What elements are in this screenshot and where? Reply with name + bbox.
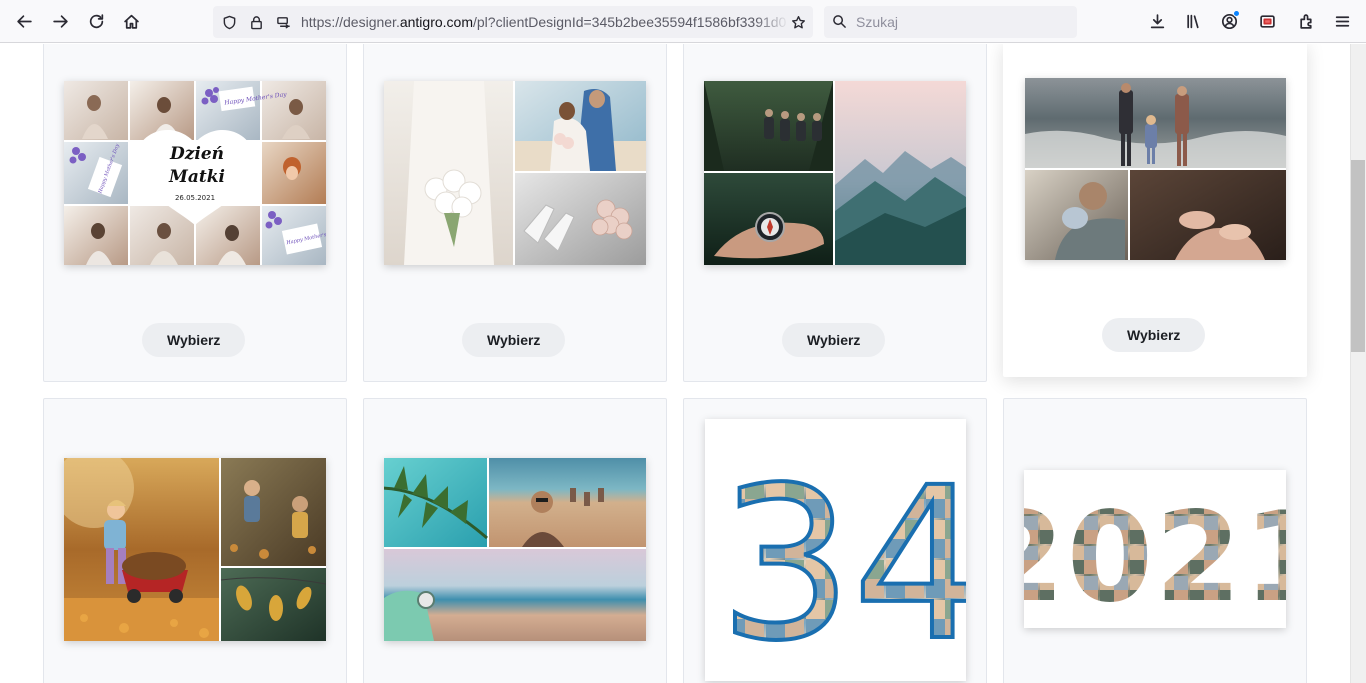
template-card-number[interactable]: 34 — [683, 398, 987, 683]
lock-icon[interactable] — [247, 13, 265, 31]
hiking-collage-image — [704, 81, 966, 265]
download-icon — [1150, 13, 1164, 28]
library-button[interactable] — [1179, 7, 1207, 35]
heart-date: 26.05.2021 — [175, 194, 215, 202]
template-card-autumn[interactable] — [43, 398, 347, 683]
choose-template-button[interactable]: Wybierz — [1102, 318, 1206, 352]
mothers-day-collage-image: Happy Mother's Day Happy Mother's Day Ha… — [64, 81, 326, 265]
screenshot-icon — [1259, 14, 1275, 28]
scrollbar-thumb[interactable] — [1351, 160, 1365, 352]
arrow-left-icon — [16, 14, 32, 28]
template-card-wedding[interactable]: Wybierz — [363, 44, 667, 382]
notification-dot — [1233, 10, 1240, 17]
template-thumbnail[interactable] — [384, 81, 646, 265]
reload-button[interactable] — [82, 7, 110, 35]
template-thumbnail[interactable] — [1025, 78, 1286, 260]
autumn-collage-image — [64, 458, 326, 641]
template-thumbnail[interactable]: 2021 — [1024, 470, 1286, 628]
app-menu-button[interactable] — [1328, 7, 1356, 35]
hamburger-menu-icon — [1335, 15, 1349, 27]
screenshot-button[interactable] — [1253, 7, 1281, 35]
choose-template-button[interactable]: Wybierz — [142, 323, 246, 357]
number-collage-image: 34 — [705, 419, 966, 681]
shield-icon[interactable] — [220, 13, 238, 31]
template-thumbnail[interactable] — [384, 458, 646, 641]
heart-title-line1: Dzień — [169, 144, 224, 164]
year-collage-image: 2021 — [1024, 470, 1286, 628]
template-gallery: Happy Mother's Day Happy Mother's Day Ha… — [0, 44, 1350, 683]
search-placeholder: Szukaj — [856, 14, 899, 30]
arrow-right-icon — [52, 14, 68, 28]
collage-year-digits: 2021 — [1024, 486, 1286, 628]
choose-template-button[interactable]: Wybierz — [462, 323, 566, 357]
wedding-collage-image — [384, 81, 646, 265]
template-card-hiking[interactable]: Wybierz — [683, 44, 987, 382]
search-bar[interactable]: Szukaj — [824, 6, 1077, 38]
choose-template-button[interactable]: Wybierz — [782, 323, 886, 357]
back-button[interactable] — [10, 7, 38, 35]
downloads-button[interactable] — [1143, 7, 1171, 35]
star-icon[interactable] — [789, 13, 807, 31]
template-thumbnail[interactable] — [64, 458, 326, 641]
collage-number-digits: 34 — [719, 442, 966, 681]
browser-toolbar: https://designer.antigro.com/pl?clientDe… — [0, 0, 1366, 43]
reload-icon — [89, 13, 103, 28]
extensions-button[interactable] — [1292, 7, 1320, 35]
extensions-icon — [1299, 13, 1312, 29]
url-text[interactable]: https://designer.antigro.com/pl?clientDe… — [301, 14, 789, 32]
beach-collage-image — [384, 458, 646, 641]
home-button[interactable] — [117, 7, 145, 35]
template-thumbnail[interactable] — [704, 81, 966, 265]
template-card-year[interactable]: 2021 — [1003, 398, 1307, 683]
page-scrollbar[interactable] — [1350, 44, 1366, 683]
family-beach-collage-image — [1025, 78, 1286, 260]
account-button[interactable] — [1215, 7, 1243, 35]
template-card-mothers-day[interactable]: Happy Mother's Day Happy Mother's Day Ha… — [43, 44, 347, 382]
forward-button[interactable] — [46, 7, 74, 35]
permissions-icon[interactable] — [274, 13, 292, 31]
library-icon — [1186, 14, 1199, 28]
template-thumbnail[interactable]: Happy Mother's Day Happy Mother's Day Ha… — [64, 81, 326, 265]
template-thumbnail[interactable]: 34 — [705, 419, 966, 681]
heart-title-line2: Matki — [168, 167, 225, 187]
template-card-beach[interactable] — [363, 398, 667, 683]
search-icon — [832, 14, 848, 30]
home-icon — [123, 14, 139, 29]
address-bar[interactable]: https://designer.antigro.com/pl?clientDe… — [213, 6, 813, 38]
template-card-family-beach[interactable]: Wybierz — [1003, 44, 1307, 377]
